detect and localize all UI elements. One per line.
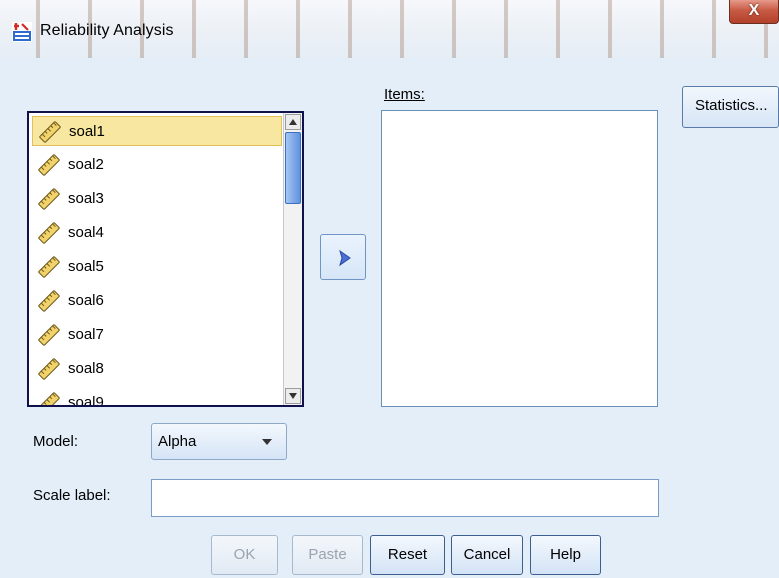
ruler-scale-icon — [38, 188, 60, 210]
list-item[interactable]: soal7 — [32, 320, 282, 350]
variable-name: soal4 — [68, 224, 104, 241]
items-label: Items: — [384, 86, 425, 103]
variable-name: soal7 — [68, 326, 104, 343]
list-item[interactable]: soal9 — [32, 388, 282, 407]
list-item[interactable]: soal8 — [32, 354, 282, 384]
variable-name: soal3 — [68, 190, 104, 207]
items-list[interactable] — [381, 110, 658, 407]
list-item[interactable]: soal4 — [32, 218, 282, 248]
ruler-scale-icon — [38, 358, 60, 380]
window-title: Reliability Analysis — [40, 22, 174, 39]
scale-label-input[interactable] — [151, 479, 659, 517]
reset-button[interactable]: Reset — [370, 535, 445, 575]
statistics-button[interactable]: Statistics... — [682, 86, 779, 128]
ruler-scale-icon — [38, 256, 60, 278]
model-dropdown[interactable]: Alpha — [151, 423, 287, 460]
vertical-scrollbar[interactable] — [283, 113, 302, 405]
list-item[interactable]: soal3 — [32, 184, 282, 214]
close-button[interactable]: X — [729, 0, 779, 24]
variable-name: soal2 — [68, 156, 104, 173]
source-variable-list[interactable]: soal1 soal2 soal3 soal4 soal5 soal6 soal7 soal8… — [27, 111, 304, 407]
arrow-up-icon — [289, 119, 297, 125]
scroll-up-button[interactable] — [285, 114, 301, 130]
scroll-down-button[interactable] — [285, 388, 301, 404]
spss-app-icon — [12, 22, 32, 42]
statistics-button-label: Statistics... — [695, 97, 768, 114]
close-icon: X — [748, 2, 760, 19]
ruler-scale-icon — [38, 154, 60, 176]
cancel-button[interactable]: Cancel — [451, 535, 523, 575]
chevron-down-icon — [262, 439, 272, 445]
variable-name: soal1 — [69, 123, 105, 140]
move-to-items-button[interactable] — [320, 234, 366, 280]
arrow-right-icon — [339, 249, 351, 267]
ruler-scale-icon — [39, 121, 61, 143]
ruler-scale-icon — [38, 324, 60, 346]
scale-label-label: Scale label: — [33, 487, 111, 504]
ok-button[interactable]: OK — [211, 535, 278, 575]
list-item[interactable]: soal2 — [32, 150, 282, 180]
help-button[interactable]: Help — [530, 535, 601, 575]
paste-button[interactable]: Paste — [292, 535, 363, 575]
title-bar: Reliability Analysis — [0, 0, 779, 58]
list-item[interactable]: soal6 — [32, 286, 282, 316]
model-label: Model: — [33, 433, 79, 450]
scroll-thumb[interactable] — [285, 132, 301, 204]
variable-name: soal5 — [68, 258, 104, 275]
ruler-scale-icon — [38, 392, 60, 405]
list-item[interactable]: soal5 — [32, 252, 282, 282]
ruler-scale-icon — [38, 290, 60, 312]
variable-name: soal9 — [68, 394, 104, 407]
list-item[interactable]: soal1 — [32, 116, 282, 146]
model-value: Alpha — [158, 433, 197, 450]
arrow-down-icon — [289, 393, 297, 399]
variable-name: soal8 — [68, 360, 104, 377]
variable-name: soal6 — [68, 292, 104, 309]
ruler-scale-icon — [38, 222, 60, 244]
